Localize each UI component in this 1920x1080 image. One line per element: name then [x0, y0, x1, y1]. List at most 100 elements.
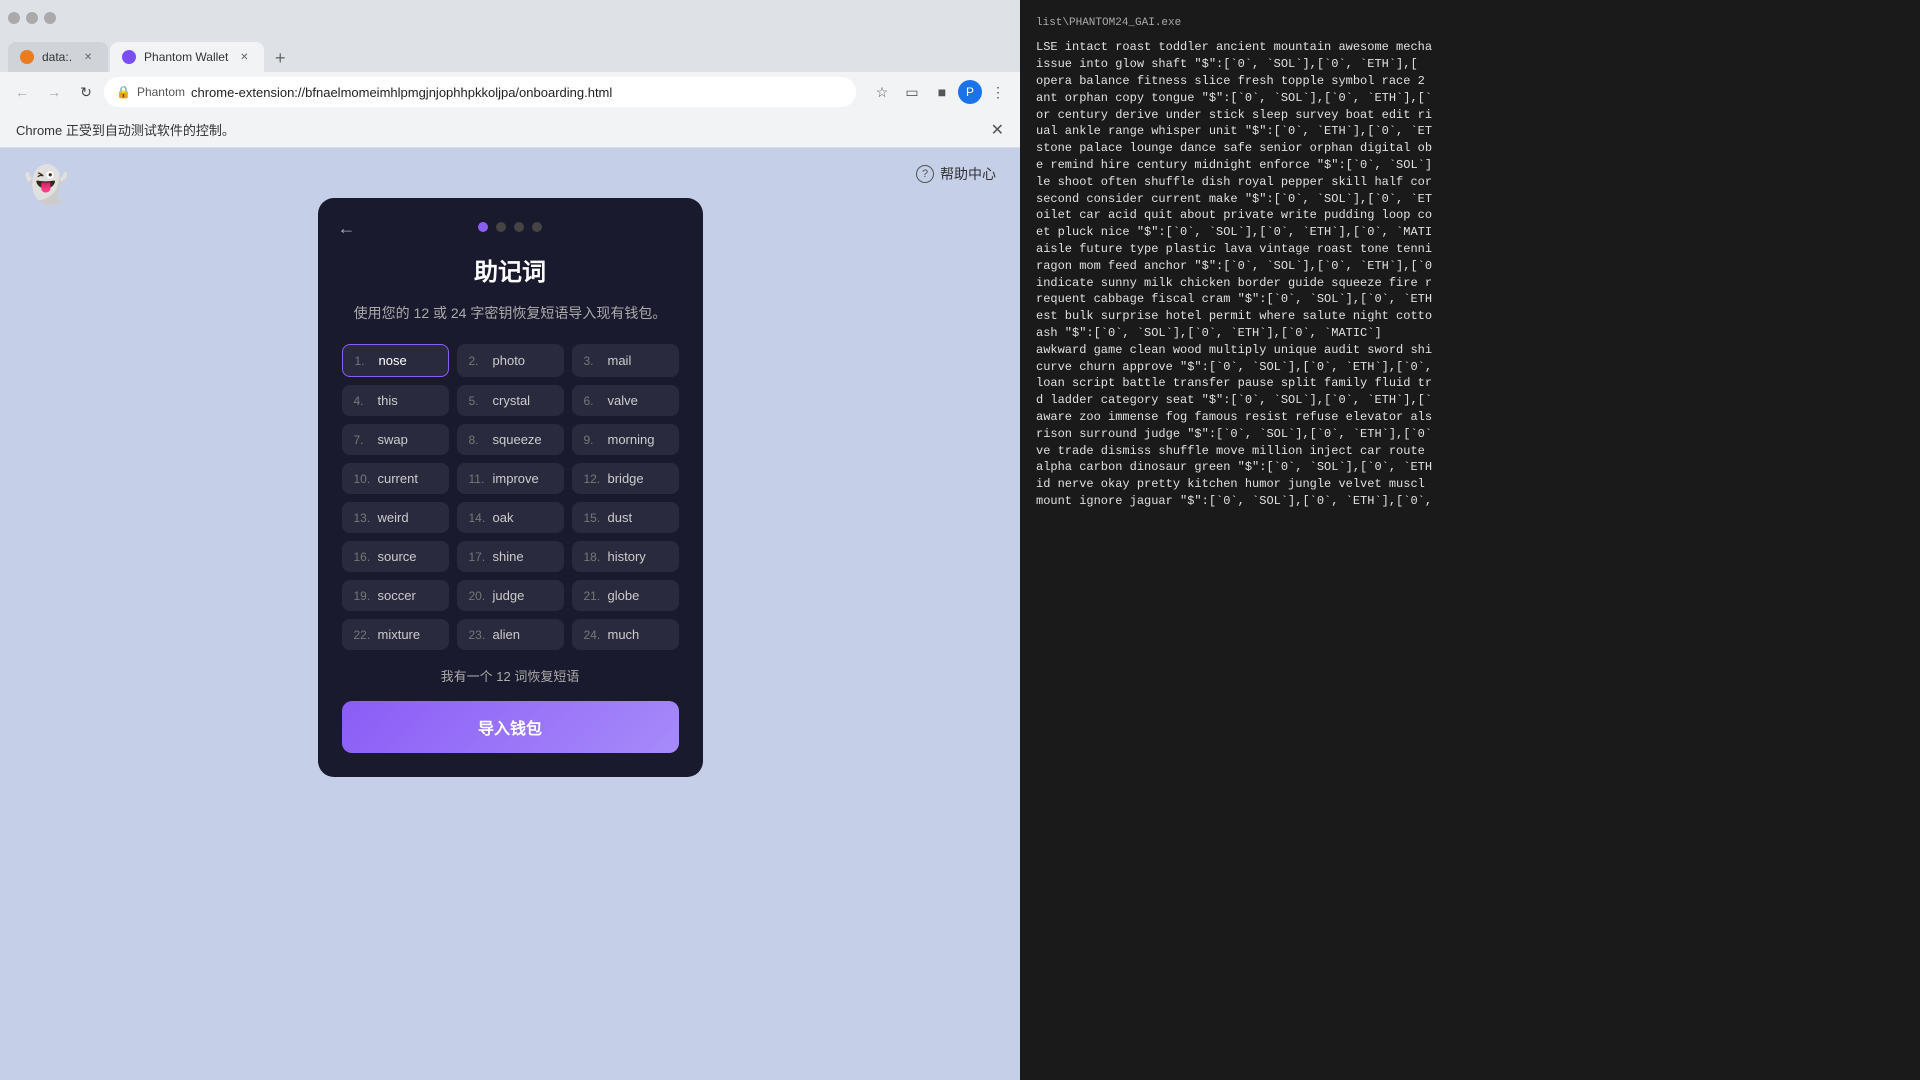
seed-word-input-1[interactable]	[379, 353, 436, 368]
seed-word-19: soccer	[378, 588, 416, 603]
seed-item-2: 2. photo	[457, 344, 564, 377]
seed-number-8: 8.	[469, 433, 487, 447]
seed-number-15: 15.	[584, 511, 602, 525]
twelve-words-link[interactable]: 我有一个 12 词恢复短语	[342, 666, 679, 685]
help-center-link[interactable]: ? 帮助中心	[916, 164, 996, 184]
cast-button[interactable]: ▭	[898, 78, 926, 106]
bookmark-button[interactable]: ☆	[868, 78, 896, 106]
seed-number-2: 2.	[469, 354, 487, 368]
seed-word-11: improve	[493, 471, 539, 486]
seed-number-19: 19.	[354, 589, 372, 603]
seed-item-4: 4.this	[342, 385, 449, 416]
help-label: 帮助中心	[940, 164, 996, 184]
seed-item-17: 17.shine	[457, 541, 564, 572]
tab-close-data[interactable]: ✕	[80, 49, 96, 65]
seed-item-23: 23. alien	[457, 619, 564, 650]
seed-item-15: 15.dust	[572, 502, 679, 533]
seed-word-24: much	[608, 627, 640, 642]
seed-item-10: 10.current	[342, 463, 449, 494]
minimize-button[interactable]	[8, 12, 20, 24]
seed-word-4: this	[378, 393, 398, 408]
profile-button[interactable]: P	[958, 80, 982, 104]
browser-frame: data:. ✕ Phantom Wallet ✕ + ← → ↻ 🔒 Phan…	[0, 0, 1020, 1080]
notification-close-button[interactable]: ✕	[991, 120, 1004, 140]
seed-number-23: 23.	[469, 628, 487, 642]
terminal-title: list\PHANTOM24_GAI.exe	[1036, 16, 1904, 31]
seed-number-12: 12.	[584, 472, 602, 486]
seed-number-1: 1.	[355, 354, 373, 368]
terminal-window: list\PHANTOM24_GAI.exe LSE intact roast …	[1020, 0, 1920, 1080]
seed-number-18: 18.	[584, 550, 602, 564]
seed-word-10: current	[378, 471, 418, 486]
seed-item-5: 5.crystal	[457, 385, 564, 416]
tab-phantom[interactable]: Phantom Wallet ✕	[110, 42, 264, 72]
tab-label-data: data:.	[42, 50, 72, 64]
menu-button[interactable]: ⋮	[984, 78, 1012, 106]
toolbar-icons: ☆ ▭ ■ P ⋮	[868, 78, 1012, 106]
seed-item-6: 6.valve	[572, 385, 679, 416]
seed-item-9: 9. morning	[572, 424, 679, 455]
import-wallet-button[interactable]: 导入钱包	[342, 701, 679, 753]
seed-item-14: 14. oak	[457, 502, 564, 533]
seed-word-8: squeeze	[493, 432, 542, 447]
seed-word-23: alien	[493, 627, 520, 642]
phantom-ghost-icon: 👻	[24, 164, 69, 206]
seed-item-20: 20. judge	[457, 580, 564, 611]
seed-word-3: mail	[608, 353, 632, 368]
seed-item-16: 16.source	[342, 541, 449, 572]
seed-word-20: judge	[493, 588, 525, 603]
tab-favicon-phantom	[122, 50, 136, 64]
seed-item-19: 19. soccer	[342, 580, 449, 611]
address-bar[interactable]: 🔒 Phantom chrome-extension://bfnaelmomei…	[104, 77, 856, 107]
notification-text: Chrome 正受到自动测试软件的控制。	[16, 120, 235, 139]
seed-number-13: 13.	[354, 511, 372, 525]
seed-number-21: 21.	[584, 589, 602, 603]
seed-number-22: 22.	[354, 628, 372, 642]
forward-nav-button[interactable]: →	[40, 78, 68, 106]
seed-number-5: 5.	[469, 394, 487, 408]
security-icon: 🔒	[116, 85, 131, 99]
step-dot-3	[514, 222, 524, 232]
back-nav-button[interactable]: ←	[8, 78, 36, 106]
tab-data[interactable]: data:. ✕	[8, 42, 108, 72]
terminal-content: LSE intact roast toddler ancient mountai…	[1036, 39, 1904, 509]
step-dot-1	[478, 222, 488, 232]
seed-item-3: 3.mail	[572, 344, 679, 377]
extensions-button[interactable]: ■	[928, 78, 956, 106]
seed-word-9: morning	[608, 432, 655, 447]
seed-number-7: 7.	[354, 433, 372, 447]
reload-button[interactable]: ↻	[72, 78, 100, 106]
seed-word-2: photo	[493, 353, 526, 368]
seed-word-12: bridge	[608, 471, 644, 486]
seed-word-21: globe	[608, 588, 640, 603]
seed-word-22: mixture	[378, 627, 421, 642]
url-text: chrome-extension://bfnaelmomeimhlpmgjnjo…	[191, 85, 844, 100]
seed-item-21: 21. globe	[572, 580, 679, 611]
seed-item-11: 11. improve	[457, 463, 564, 494]
seed-item-1[interactable]: 1.	[342, 344, 449, 377]
seed-word-17: shine	[493, 549, 524, 564]
new-tab-button[interactable]: +	[266, 44, 294, 72]
seed-number-14: 14.	[469, 511, 487, 525]
tab-label-phantom: Phantom Wallet	[144, 50, 228, 64]
maximize-button[interactable]	[26, 12, 38, 24]
seed-item-12: 12. bridge	[572, 463, 679, 494]
phantom-badge: Phantom	[137, 85, 185, 99]
back-button[interactable]: ←	[338, 218, 356, 239]
seed-number-24: 24.	[584, 628, 602, 642]
step-dot-2	[496, 222, 506, 232]
seed-number-11: 11.	[469, 472, 487, 486]
help-icon: ?	[916, 165, 934, 183]
seed-number-20: 20.	[469, 589, 487, 603]
close-button[interactable]	[44, 12, 56, 24]
tab-close-phantom[interactable]: ✕	[236, 49, 252, 65]
seed-item-13: 13.weird	[342, 502, 449, 533]
tab-favicon-data	[20, 50, 34, 64]
page-content: 👻 ? 帮助中心 ← 助记词 使用您的 12 或 24 字密钥恢复短语导入现有钱…	[0, 148, 1020, 1080]
seed-number-9: 9.	[584, 433, 602, 447]
seed-item-8: 8. squeeze	[457, 424, 564, 455]
seed-word-6: valve	[608, 393, 638, 408]
seed-item-18: 18.history	[572, 541, 679, 572]
seed-word-16: source	[378, 549, 417, 564]
seed-word-14: oak	[493, 510, 514, 525]
